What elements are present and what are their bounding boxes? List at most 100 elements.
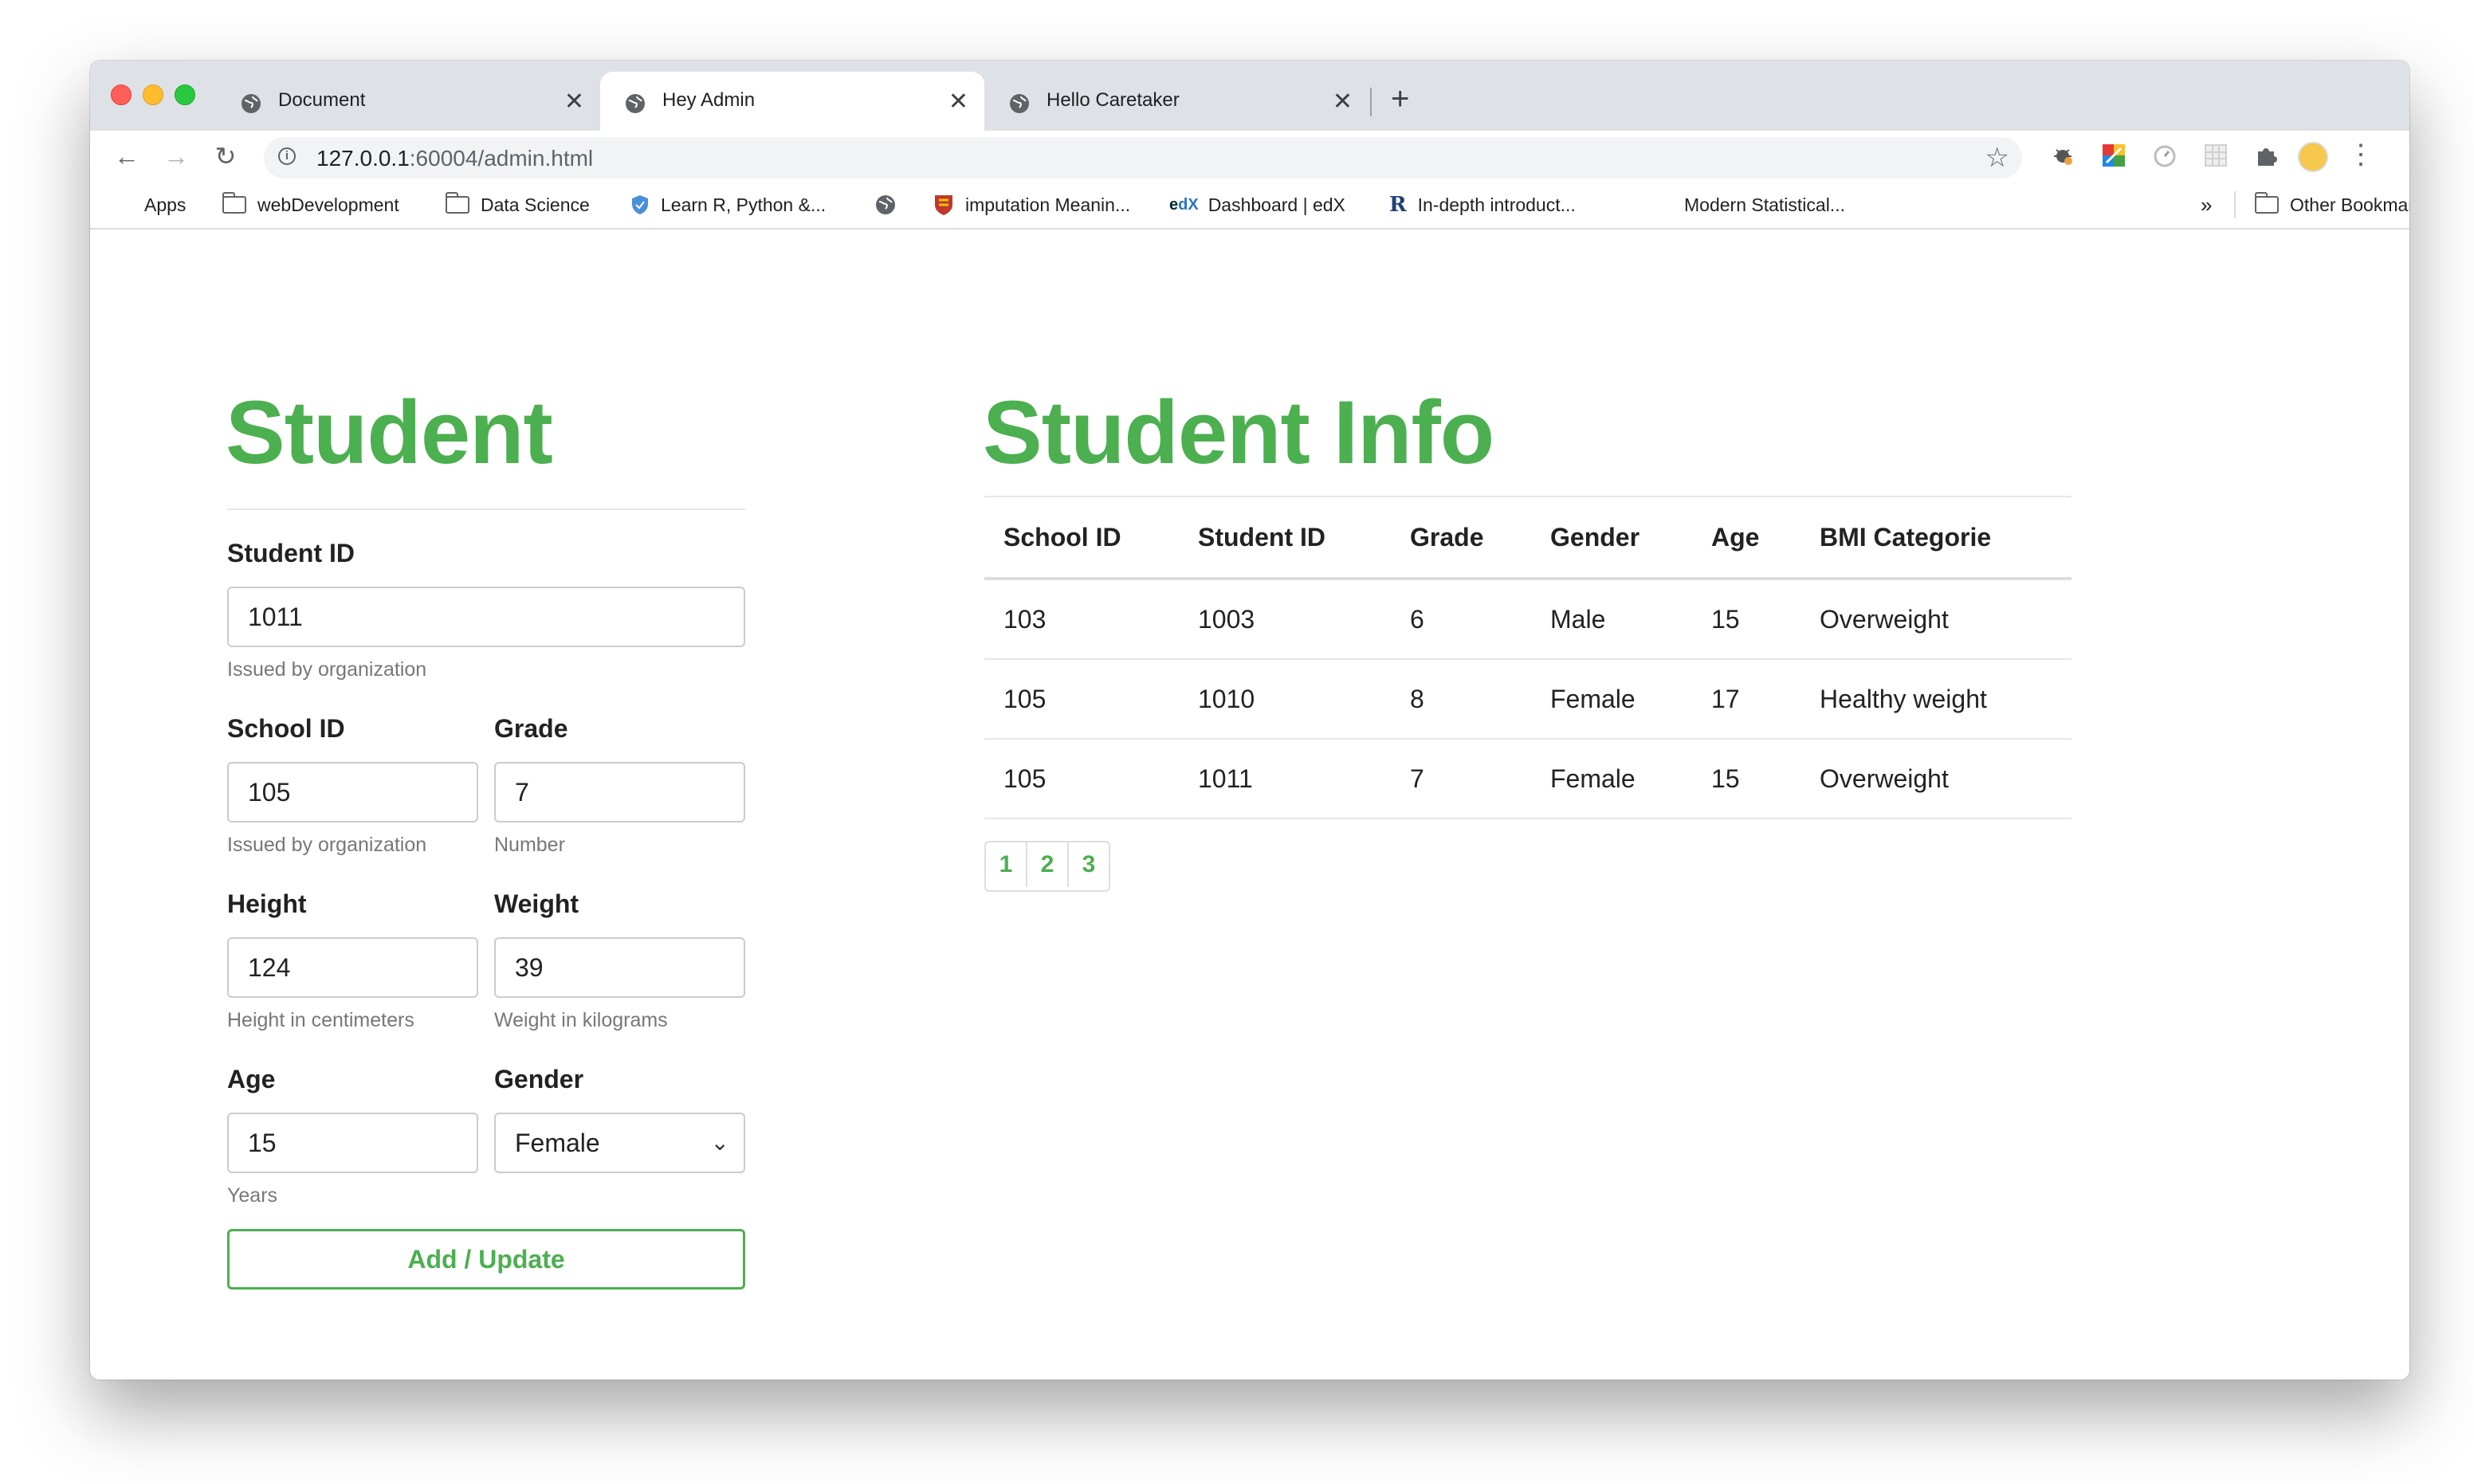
weight-label: Weight [494,889,579,918]
weight-hint: Weight in kilograms [494,1009,668,1031]
student-info-table: School ID Student ID Grade Gender Age BM… [984,496,2071,819]
bookmark-globe[interactable] [874,193,908,217]
bookmark-label: imputation Meanin... [965,194,1131,215]
gender-selected-value: Female [515,1129,600,1157]
bookmark-edx[interactable]: edX Dashboard | edX [1169,193,1345,217]
tab-hello-caretaker[interactable]: Hello Caretaker ✕ [984,72,1369,131]
bookmark-label: webDevelopment [257,194,399,215]
school-id-input[interactable]: 105 [227,762,478,822]
table-cell: Female [1531,739,1692,819]
grade-input[interactable]: 7 [494,762,745,822]
student-id-input[interactable]: 1011 [227,587,745,647]
bookmark-webdevelopment[interactable]: webDevelopment [222,192,399,217]
bookmark-apps[interactable]: Apps [112,193,186,217]
school-id-hint: Issued by organization [227,834,427,856]
new-tab-icon[interactable]: + [1391,81,1409,116]
pagination: 1 2 3 [984,841,1110,892]
extension-grid-icon[interactable] [2202,142,2229,169]
age-input[interactable]: 15 [227,1113,478,1173]
forward-arrow-icon[interactable]: → [160,140,192,172]
gender-select[interactable]: Female ⌄ [494,1113,745,1173]
table-cell: 15 [1692,579,1801,660]
minimize-window-button[interactable] [143,84,163,105]
page-link-1[interactable]: 1 [986,842,1027,887]
shield-icon [632,195,648,214]
table-cell: Overweight [1801,579,2071,660]
folder-icon [222,192,246,214]
folder-icon [446,192,469,214]
add-update-button[interactable]: Add / Update [227,1229,745,1290]
reload-icon[interactable]: ↻ [210,140,242,172]
grade-hint: Number [494,834,565,856]
tab-title: Hey Admin [662,89,756,111]
page-link-2[interactable]: 2 [1027,842,1069,887]
height-hint: Height in centimeters [227,1009,414,1031]
globe-icon [242,94,261,113]
table-row[interactable]: 105 1010 8 Female 17 Healthy weight [984,659,2071,740]
maximize-window-button[interactable] [175,84,195,105]
page-link-3[interactable]: 3 [1069,842,1109,887]
crest-icon [935,195,952,215]
bookmark-star-icon[interactable]: ☆ [1985,142,2009,174]
bookmark-in-depth[interactable]: R In-depth introduct... [1389,193,1576,217]
school-id-label: School ID [227,714,345,743]
url-path: :60004/admin.html [409,146,594,171]
close-tab-icon[interactable]: ✕ [948,88,968,116]
column-header[interactable]: Grade [1391,496,1531,580]
table-row[interactable]: 105 1011 7 Female 15 Overweight [984,739,2071,819]
extension-bug-icon[interactable] [2049,142,2076,169]
table-cell: 15 [1692,739,1801,819]
close-tab-icon[interactable]: ✕ [564,88,584,116]
back-arrow-icon[interactable]: ← [111,140,143,172]
bookmarks-separator [2234,191,2236,218]
bookmark-other-bookmarks[interactable]: Other Bookmarks [2255,192,2409,217]
grade-label: Grade [494,714,568,743]
table-cell: 103 [984,579,1179,660]
extensions-puzzle-icon[interactable] [2253,142,2280,169]
bookmark-data-science[interactable]: Data Science [446,192,590,217]
column-header[interactable]: Gender [1531,496,1692,580]
bookmark-imputation[interactable]: imputation Meanin... [933,193,1130,217]
url-text[interactable]: 127.0.0.1:60004/admin.html [316,146,593,171]
bookmark-label: Other Bookmarks [2290,194,2409,215]
column-header[interactable]: Age [1692,496,1801,580]
extension-colorful-icon[interactable] [2100,142,2127,169]
close-window-button[interactable] [111,84,132,105]
bookmark-label: Modern Statistical... [1684,194,1845,215]
address-bar[interactable]: i 127.0.0.1:60004/admin.html ☆ [264,137,2022,179]
bookmarks-overflow-chevron[interactable]: » [2201,193,2212,217]
tab-title: Document [278,89,366,111]
browser-menu-icon[interactable]: ⋮ [2347,139,2374,171]
table-header-row: School ID Student ID Grade Gender Age BM… [984,496,2071,580]
tab-hey-admin[interactable]: Hey Admin ✕ [600,72,984,131]
student-id-label: Student ID [227,539,355,567]
bookmark-learn-r-python[interactable]: Learn R, Python &... [630,193,826,217]
table-cell: Overweight [1801,739,2071,819]
table-row[interactable]: 103 1003 6 Male 15 Overweight [984,579,2071,660]
age-hint: Years [227,1184,278,1207]
form-title-divider [227,508,745,510]
bookmarks-bar: Apps webDevelopment Data Science Learn R… [90,182,2409,230]
globe-icon [1010,94,1029,113]
table-cell: 6 [1391,579,1531,660]
weight-input[interactable]: 39 [494,937,745,998]
height-input[interactable]: 124 [227,937,478,998]
column-header[interactable]: School ID [984,496,1179,580]
table-cell: Healthy weight [1801,659,2071,740]
site-info-icon[interactable]: i [278,147,296,165]
column-header[interactable]: Student ID [1179,496,1391,580]
extension-timer-icon[interactable] [2151,142,2178,169]
bookmark-label: Apps [144,194,187,215]
edx-icon: edX [1169,195,1199,214]
bookmark-label: Data Science [481,194,590,215]
bookmark-modern-statistical[interactable]: Modern Statistical... [1684,193,1845,217]
table-cell: Male [1531,579,1692,660]
tab-document[interactable]: Document ✕ [216,72,600,131]
tab-separator [1370,88,1372,116]
tab-title: Hello Caretaker [1047,89,1180,111]
close-tab-icon[interactable]: ✕ [1333,88,1353,116]
browser-toolbar: ← → ↻ i 127.0.0.1:60004/admin.html ☆ ⋮ [90,131,2409,182]
column-header[interactable]: BMI Categorie [1801,496,2071,580]
profile-avatar[interactable] [2298,142,2328,172]
browser-window: Document ✕ Hey Admin ✕ Hello Caretaker ✕… [90,61,2409,1380]
